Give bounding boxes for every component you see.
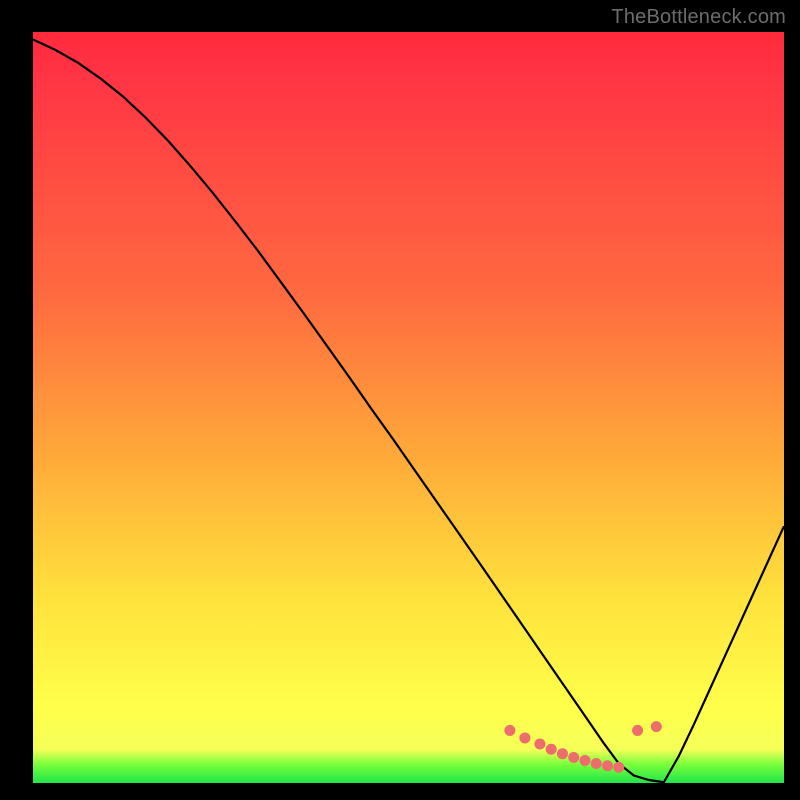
marker-point xyxy=(546,744,557,755)
marker-point xyxy=(579,755,590,766)
marker-point xyxy=(591,758,602,769)
marker-point xyxy=(568,752,579,763)
marker-point xyxy=(651,721,662,732)
marker-point xyxy=(504,725,515,736)
marker-point xyxy=(557,748,568,759)
marker-point xyxy=(519,732,530,743)
marker-point xyxy=(632,725,643,736)
watermark-text: TheBottleneck.com xyxy=(611,6,786,29)
marker-point xyxy=(613,762,624,773)
marker-point xyxy=(534,738,545,749)
plot-background xyxy=(33,32,784,783)
marker-point xyxy=(602,760,613,771)
chart-container: TheBottleneck.com xyxy=(0,0,800,800)
chart-svg xyxy=(0,0,800,800)
